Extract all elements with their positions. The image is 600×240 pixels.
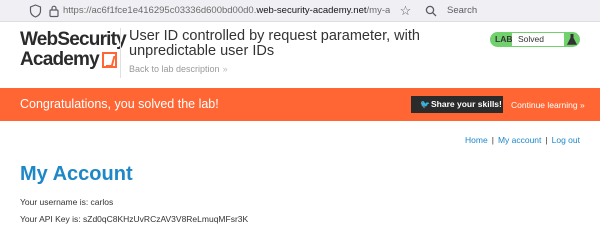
congratulations-message: Congratulations, you solved the lab!: [20, 97, 219, 111]
share-skills-button[interactable]: 🐦Share your skills!: [411, 96, 503, 113]
continue-learning-link[interactable]: Continue learning »: [511, 100, 585, 110]
bookmark-star-icon[interactable]: ☆: [398, 3, 413, 18]
logo-line1: WebSecurity: [20, 29, 127, 50]
url-host: web-security-academy.net: [256, 5, 367, 16]
nav-home-link[interactable]: Home: [465, 135, 488, 145]
twitter-icon: 🐦: [420, 100, 430, 109]
flask-icon: [566, 34, 578, 45]
nav-log-out-link[interactable]: Log out: [552, 135, 580, 145]
search-input[interactable]: Search: [418, 2, 600, 20]
back-to-lab-description-link[interactable]: Back to lab description»: [129, 63, 228, 75]
lab-status-tag: LAB: [495, 34, 513, 44]
lock-icon[interactable]: [48, 4, 60, 18]
nav-separator: |: [545, 135, 548, 145]
lab-status-widget: LAB Solved: [490, 32, 580, 47]
nav-separator: |: [491, 135, 494, 145]
url-path: /my-account?id=363835e6-...: [366, 5, 390, 16]
back-link-label: Back to lab description: [129, 64, 220, 74]
logo-line2: Academy: [20, 50, 120, 70]
page-title: My Account: [20, 163, 133, 185]
tracking-protection-icon[interactable]: [29, 4, 42, 18]
browser-toolbar: https://ac6f1fce1e416295c03336d600bd00d0…: [0, 0, 600, 22]
top-nav: Home | My account | Log out: [465, 135, 580, 146]
web-security-academy-logo[interactable]: WebSecurity Academy: [20, 29, 127, 74]
chevron-right-icon: »: [580, 100, 585, 110]
lab-title: User ID controlled by request parameter,…: [129, 28, 420, 59]
api-key-text: Your API Key is: sZd0qC8KHzUvRCzAV3V8ReL…: [20, 214, 249, 224]
congratulations-banner: Congratulations, you solved the lab!: [0, 88, 600, 121]
logo-line2-text: Academy: [20, 49, 100, 70]
username-text: Your username is: carlos: [20, 197, 114, 207]
search-icon: [425, 5, 437, 17]
continue-learning-label: Continue learning: [511, 100, 578, 110]
search-placeholder: Search: [447, 5, 478, 16]
header-divider: [120, 28, 121, 78]
share-skills-label: Share your skills!: [431, 99, 502, 109]
url-prefix: https://ac6f1fce1e416295c03336d600bd00d0…: [63, 5, 257, 16]
logo-mark-icon: [101, 52, 117, 68]
address-bar[interactable]: https://ac6f1fce1e416295c03336d600bd00d0…: [63, 4, 390, 18]
nav-my-account-link[interactable]: My account: [498, 135, 541, 145]
chevron-right-icon: »: [222, 64, 228, 74]
lab-status-value: Solved: [512, 33, 564, 46]
